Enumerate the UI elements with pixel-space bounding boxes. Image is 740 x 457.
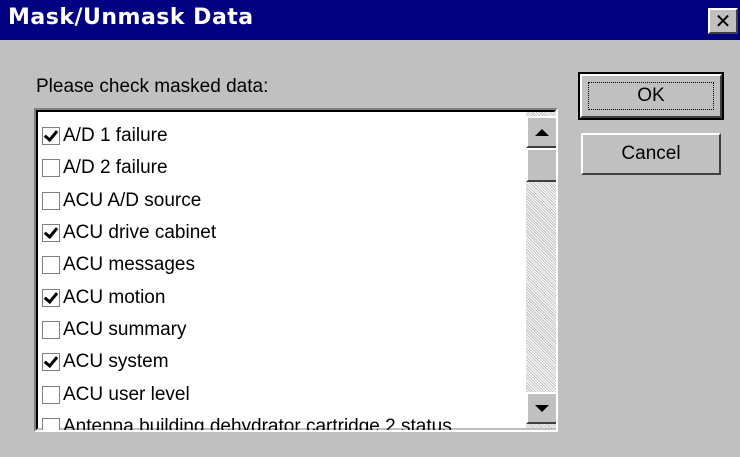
item-checkbox[interactable]	[42, 127, 60, 146]
focus-rect	[588, 82, 714, 110]
item-label: ACU A/D source	[63, 189, 202, 211]
item-checkbox[interactable]	[42, 385, 60, 404]
list-item[interactable]: ACU system	[42, 346, 526, 378]
item-checkbox[interactable]	[42, 288, 60, 307]
list-item[interactable]: A/D 2 failure	[42, 152, 526, 184]
list-item[interactable]: ACU drive cabinet	[42, 217, 526, 249]
list-item[interactable]: ACU messages	[42, 249, 526, 281]
title-bar[interactable]: Mask/Unmask Data ✕	[0, 0, 740, 40]
list-item[interactable]: ACU user level	[42, 378, 526, 410]
list-items: A/D 1 failure A/D 2 failure ACU A/D source…	[42, 120, 526, 432]
prompt-label: Please check masked data:	[36, 76, 269, 97]
item-label: A/D 1 failure	[63, 125, 168, 147]
cancel-button-label: Cancel	[621, 143, 681, 164]
item-label: ACU messages	[63, 254, 195, 276]
item-label: ACU user level	[63, 383, 190, 405]
item-label: ACU drive cabinet	[63, 222, 217, 244]
list-item[interactable]: ACU summary	[42, 314, 526, 346]
masked-data-listbox[interactable]: A/D 1 failure A/D 2 failure ACU A/D source…	[34, 108, 558, 432]
cancel-button[interactable]: Cancel	[581, 133, 721, 175]
scroll-thumb[interactable]	[526, 148, 556, 182]
close-button[interactable]: ✕	[708, 8, 738, 34]
item-checkbox[interactable]	[42, 224, 60, 243]
mask-unmask-dialog: Mask/Unmask Data ✕ Please check masked d…	[0, 0, 740, 457]
arrow-up-icon	[535, 128, 549, 136]
list-item[interactable]: A/D 1 failure	[42, 120, 526, 152]
item-checkbox[interactable]	[42, 320, 60, 339]
item-checkbox[interactable]	[42, 191, 60, 210]
listbox-frame: A/D 1 failure A/D 2 failure ACU A/D source…	[36, 110, 556, 430]
scroll-down-button[interactable]	[526, 392, 556, 424]
item-checkbox[interactable]	[42, 159, 60, 178]
list-item[interactable]: ACU motion	[42, 281, 526, 313]
item-label: Antenna building dehydrator cartridge 2 …	[63, 415, 452, 432]
item-checkbox[interactable]	[42, 417, 60, 430]
list-item[interactable]: ACU A/D source	[42, 185, 526, 217]
item-label: A/D 2 failure	[63, 157, 168, 179]
item-label: ACU system	[63, 351, 169, 373]
item-label: ACU motion	[63, 286, 166, 308]
vertical-scrollbar[interactable]	[526, 112, 556, 428]
item-checkbox[interactable]	[42, 256, 60, 275]
list-item[interactable]: Antenna building dehydrator cartridge 2 …	[42, 411, 526, 432]
ok-button[interactable]: OK	[578, 72, 724, 120]
item-checkbox[interactable]	[42, 353, 60, 372]
close-icon: ✕	[714, 9, 732, 33]
dialog-title: Mask/Unmask Data	[8, 5, 254, 30]
arrow-down-icon	[535, 404, 549, 412]
scroll-up-button[interactable]	[526, 116, 556, 148]
item-label: ACU summary	[63, 318, 187, 340]
